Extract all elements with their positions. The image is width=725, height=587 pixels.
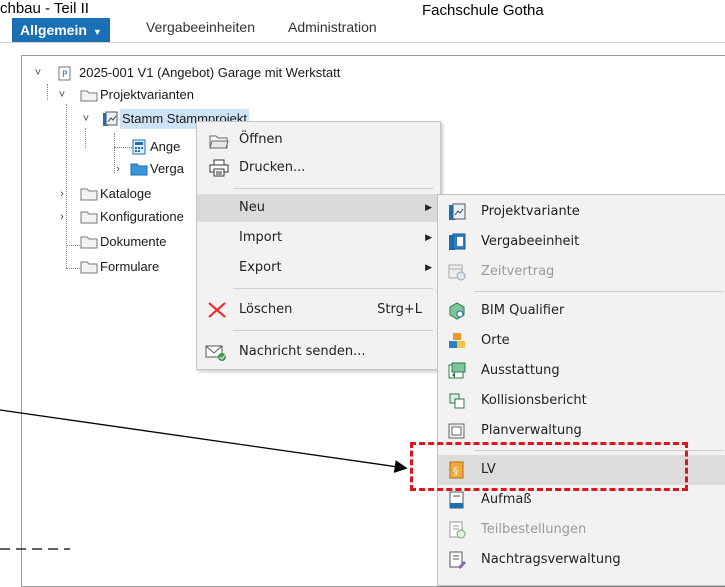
svg-text:P: P [62, 70, 68, 80]
calendar-clock-icon [448, 263, 466, 293]
menu-item-label: Neu [239, 200, 265, 215]
menu-item-label: Nachricht senden... [239, 344, 366, 359]
chevron-right-icon: ▶ [425, 233, 432, 243]
header-left-text: chbau - Teil II [0, 0, 89, 17]
menu-item-export[interactable]: Export ▶ [197, 254, 440, 282]
submenu-item-label: Projektvariante [481, 204, 580, 219]
menu-item-new[interactable]: Neu ▶ [197, 194, 440, 222]
submenu-item-label: BIM Qualifier [481, 303, 565, 318]
submenu-item-bim-qualifier[interactable]: BIM Qualifier [438, 296, 725, 326]
submenu-item-label: Orte [481, 333, 510, 348]
chevron-right-icon[interactable]: › [56, 184, 68, 204]
menu-item-label: Drucken... [239, 160, 306, 175]
menu-item-label: Öffnen [239, 132, 283, 147]
submenu-item-kollisionsbericht[interactable]: Kollisionsbericht [438, 386, 725, 416]
tree-line [47, 84, 48, 100]
tab-allgemein-label: Allgemein [20, 22, 87, 38]
tree-node-label: Ange [150, 139, 181, 154]
menu-item-shortcut: Strg+L [377, 302, 422, 317]
chevron-down-icon: ▼ [92, 27, 102, 37]
submenu-item-label: Kollisionsbericht [481, 393, 587, 408]
folder-icon [80, 260, 98, 280]
menu-separator [474, 291, 724, 292]
tree-node-label: Projektvarianten [100, 87, 194, 102]
menu-item-open[interactable]: Öffnen [197, 126, 440, 154]
menu-item-send-message[interactable]: Nachricht senden... [197, 338, 440, 366]
project-variant-icon [102, 111, 118, 133]
submenu-item-label: Teilbestellungen [481, 522, 587, 537]
tab-allgemein[interactable]: Allgemein ▼ [12, 18, 110, 42]
folder-icon [80, 210, 98, 230]
submenu-item-label: Nachtragsverwaltung [481, 552, 621, 567]
submenu-new: Projektvariante Vergabeeinheit Zeitvertr… [437, 194, 725, 586]
submenu-item-vergabeeinheit[interactable]: Vergabeeinheit [438, 227, 725, 257]
submenu-item-projektvariante[interactable]: Projektvariante [438, 197, 725, 227]
tab-administration[interactable]: Administration [288, 15, 377, 39]
tree-line [66, 245, 80, 246]
folder-icon [80, 187, 98, 207]
menu-item-print[interactable]: Drucken... [197, 154, 440, 182]
menu-item-label: Löschen [239, 302, 293, 317]
submenu-item-teilbestellungen: Teilbestellungen [438, 515, 725, 545]
submenu-item-nachtragsverwaltung[interactable]: Nachtragsverwaltung [438, 545, 725, 575]
chevron-right-icon[interactable]: › [112, 159, 124, 179]
tree-line [114, 147, 132, 148]
envelope-icon [205, 344, 227, 373]
menu-separator [233, 288, 433, 289]
menu-item-delete[interactable]: Löschen Strg+L [197, 296, 440, 324]
calculator-icon [132, 139, 146, 161]
tree-node-label: Formulare [100, 259, 160, 274]
submenu-item-label: Zeitvertrag [481, 264, 555, 279]
delete-x-icon [207, 301, 227, 330]
chevron-down-icon[interactable]: ˅ [56, 85, 68, 105]
menu-item-label: Import [239, 230, 283, 245]
menu-separator [233, 188, 433, 189]
chevron-right-icon: ▶ [425, 263, 432, 273]
submenu-item-orte[interactable]: Orte [438, 326, 725, 356]
ribbon-tab-bar: Allgemein ▼ Vergabeeinheiten Administrati… [0, 12, 725, 43]
folder-icon [80, 235, 98, 255]
tab-vergabeeinheiten[interactable]: Vergabeeinheiten [146, 15, 255, 39]
highlight-box [410, 442, 688, 491]
folder-open-icon [80, 88, 98, 108]
submenu-item-label: Ausstattung [481, 363, 560, 378]
printer-icon [209, 159, 229, 188]
chevron-right-icon: ▶ [425, 203, 432, 213]
tree-line [66, 268, 80, 269]
context-menu: Öffnen Drucken... Neu ▶ Import ▶ Export … [196, 121, 441, 370]
menu-item-import[interactable]: Import ▶ [197, 224, 440, 252]
tree-line [85, 128, 86, 148]
header-right-text: Fachschule Gotha [422, 2, 544, 19]
menu-separator [233, 330, 433, 331]
tree-node-label: Verga [150, 161, 184, 176]
submenu-item-zeitvertrag: Zeitvertrag [438, 257, 725, 287]
chevron-down-icon[interactable]: ˅ [80, 109, 92, 129]
supplement-management-icon [448, 551, 466, 581]
tree-node-label: Konfiguratione [100, 209, 184, 224]
project-icon: P [58, 66, 72, 87]
tree-node-label: Kataloge [100, 186, 152, 201]
chevron-right-icon[interactable]: › [56, 207, 68, 227]
submenu-item-ausstattung[interactable]: Ausstattung [438, 356, 725, 386]
submenu-item-label: Vergabeeinheit [481, 234, 580, 249]
tree-node-label: Dokumente [100, 234, 167, 249]
menu-item-label: Export [239, 260, 282, 275]
tree-node-root-label: 2025-001 V1 (Angebot) Garage mit Werksta… [79, 65, 341, 80]
chevron-down-icon[interactable]: ˅ [32, 63, 44, 83]
folder-icon [130, 162, 148, 182]
